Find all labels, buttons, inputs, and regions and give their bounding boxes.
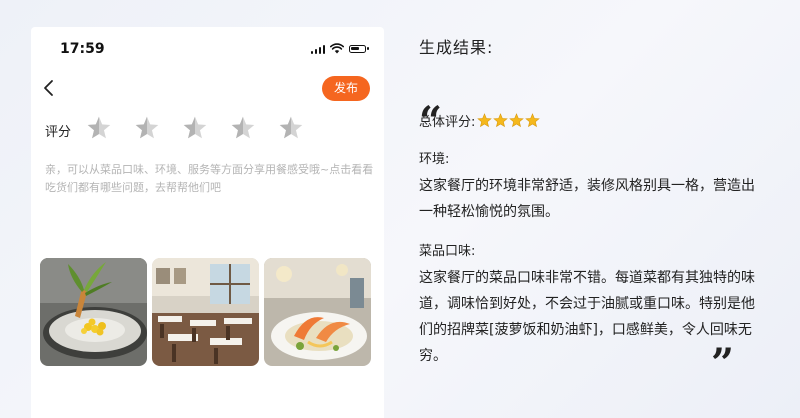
rating-star-2[interactable] xyxy=(134,115,160,141)
dish-photo[interactable] xyxy=(40,258,147,366)
rating-star-5[interactable] xyxy=(278,115,304,141)
review-hint-text[interactable]: 亲，可以从菜品口味、环境、服务等方面分享用餐感受哦~点击看看吃货们都有哪些问题，… xyxy=(45,161,375,197)
overall-star-1 xyxy=(477,113,493,128)
rating-stars[interactable] xyxy=(86,115,304,141)
restaurant-interior-photo[interactable] xyxy=(152,258,259,366)
environment-label: 环境: xyxy=(419,152,450,167)
rating-star-4[interactable] xyxy=(230,115,256,141)
close-quote-icon: ” xyxy=(711,340,735,387)
rating-label: 评分 xyxy=(45,125,72,140)
overall-rating: 总体评分: xyxy=(419,111,541,130)
shrimp-dish-photo[interactable] xyxy=(264,258,371,366)
overall-star-4 xyxy=(525,113,541,128)
status-icons xyxy=(310,43,369,54)
rating-star-1[interactable] xyxy=(86,115,112,141)
taste-text: 这家餐厅的菜品口味非常不错。每道菜都有其独特的味道，调味恰到好处，不会过于油腻或… xyxy=(419,270,755,364)
photo-row xyxy=(40,258,371,366)
rating-star-3[interactable] xyxy=(182,115,208,141)
wifi-icon xyxy=(330,43,344,54)
overall-star-2 xyxy=(493,113,509,128)
battery-icon xyxy=(349,44,369,53)
status-time: 17:59 xyxy=(60,41,105,57)
signal-icon xyxy=(310,44,325,54)
publish-button[interactable]: 发布 xyxy=(322,76,370,101)
overall-rating-label: 总体评分: xyxy=(419,115,476,130)
back-icon[interactable] xyxy=(41,78,57,98)
overall-star-3 xyxy=(509,113,525,128)
taste-label: 菜品口味: xyxy=(419,244,476,259)
phone-screen: 17:59 发布 评分 亲，可以从菜品口味、环境、服务等方面分享用餐感受哦~点击… xyxy=(31,27,384,418)
overall-rating-stars xyxy=(477,113,541,128)
environment-text: 这家餐厅的环境非常舒适，装修风格别具一格，营造出一种轻松愉悦的氛围。 xyxy=(419,178,755,220)
result-title: 生成结果: xyxy=(419,38,494,57)
